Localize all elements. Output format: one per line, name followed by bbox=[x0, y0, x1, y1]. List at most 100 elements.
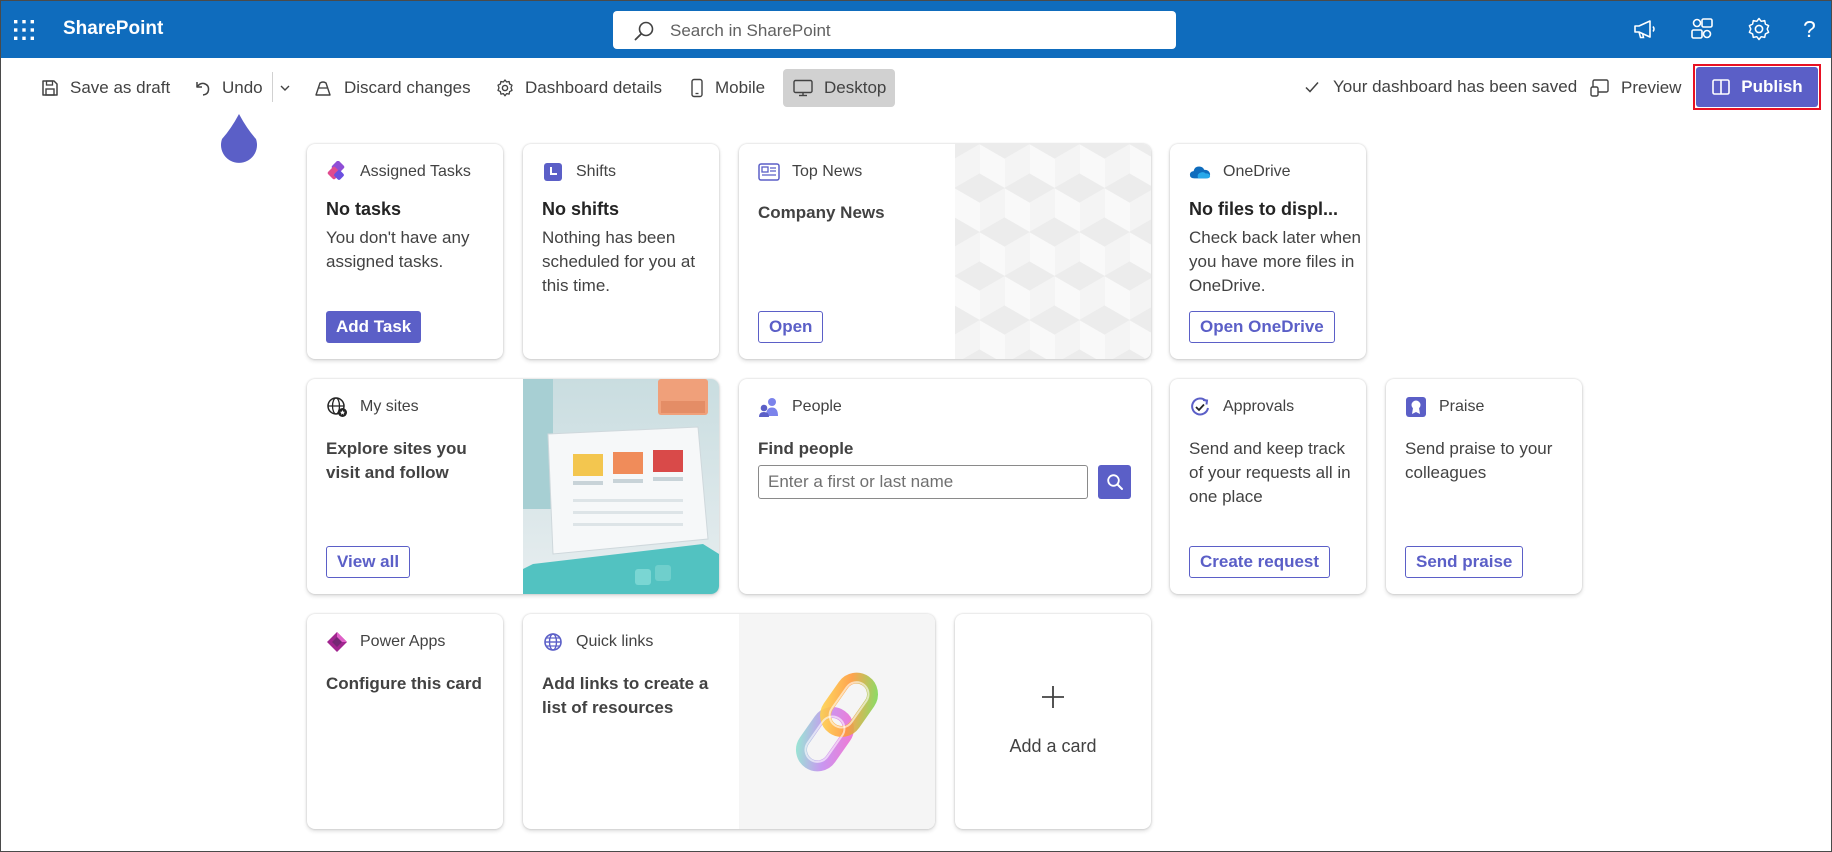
card-header: Quick links bbox=[542, 631, 653, 653]
megaphone-icon[interactable] bbox=[1630, 15, 1658, 43]
power-apps-card[interactable]: Power Apps Configure this card bbox=[307, 614, 503, 829]
card-title: Company News bbox=[758, 203, 885, 222]
share-icon[interactable] bbox=[1688, 15, 1716, 43]
undo-label: Undo bbox=[222, 78, 263, 97]
undo-icon bbox=[196, 82, 210, 96]
card-description: Send and keep track of your requests all… bbox=[1189, 439, 1351, 506]
card-title: Find people bbox=[758, 439, 854, 458]
app-launcher-icon[interactable] bbox=[11, 17, 37, 43]
card-header-label: Quick links bbox=[576, 633, 654, 650]
quick-links-card[interactable]: Quick links Add links to create a list o… bbox=[523, 614, 935, 829]
onedrive-card[interactable]: OneDrive No files to displ... Check back… bbox=[1170, 144, 1366, 359]
checkmark-icon bbox=[1305, 82, 1319, 93]
card-header-label: People bbox=[792, 398, 842, 415]
dashboard-details-label: Dashboard details bbox=[525, 78, 663, 97]
discard-changes-label: Discard changes bbox=[344, 78, 471, 97]
add-task-button[interactable]: Add Task bbox=[326, 311, 422, 343]
discard-changes-button[interactable]: Discard changes bbox=[312, 69, 471, 107]
praise-icon bbox=[1405, 396, 1427, 418]
card-header-label: My sites bbox=[360, 398, 419, 415]
card-description: You don't have any assigned tasks. bbox=[326, 228, 470, 271]
approvals-icon bbox=[1189, 396, 1211, 418]
add-a-card-button[interactable]: Add a card bbox=[955, 614, 1151, 829]
view-all-button[interactable]: View all bbox=[326, 546, 411, 578]
globe-icon bbox=[326, 396, 348, 418]
people-search-button[interactable] bbox=[1098, 465, 1131, 499]
dashboard-details-button[interactable]: Dashboard details bbox=[495, 69, 662, 107]
card-header-label: Assigned Tasks bbox=[360, 163, 471, 180]
card-title: Explore sites you visit and follow bbox=[326, 439, 467, 482]
card-title: No shifts bbox=[542, 199, 620, 219]
add-a-card-label: Add a card bbox=[1009, 736, 1097, 756]
card-description: Check back later when you have more file… bbox=[1189, 228, 1361, 295]
card-header: Assigned Tasks bbox=[326, 161, 471, 183]
card-header: Shifts bbox=[542, 161, 616, 183]
save-as-draft-button[interactable]: Save as draft bbox=[40, 69, 170, 107]
desktop-label: Desktop bbox=[824, 78, 887, 97]
save-status-label: Your dashboard has been saved bbox=[1333, 77, 1578, 96]
discard-icon bbox=[315, 81, 331, 96]
save-as-draft-label: Save as draft bbox=[70, 78, 171, 97]
gear-icon bbox=[497, 79, 513, 97]
search-box[interactable]: Search in SharePoint bbox=[613, 11, 1176, 49]
preview-button[interactable]: Preview bbox=[1589, 69, 1681, 107]
planner-icon bbox=[326, 161, 348, 183]
card-title: No files to displ... bbox=[1189, 199, 1339, 219]
chevron-down-icon bbox=[280, 85, 290, 91]
praise-card[interactable]: Praise Send praise to your colleagues Se… bbox=[1386, 379, 1582, 594]
plus-icon bbox=[955, 684, 1151, 715]
app-name[interactable]: SharePoint bbox=[63, 18, 163, 40]
approvals-card[interactable]: Approvals Send and keep track of your re… bbox=[1170, 379, 1366, 594]
desktop-view-button[interactable]: Desktop bbox=[783, 69, 896, 107]
card-header: Power Apps bbox=[326, 631, 445, 653]
onedrive-icon bbox=[1189, 161, 1211, 183]
card-header-label: Shifts bbox=[576, 163, 617, 180]
chain-link-illustration bbox=[739, 614, 935, 829]
top-news-card[interactable]: Top News Company News Open bbox=[739, 144, 1151, 359]
send-praise-button[interactable]: Send praise bbox=[1405, 546, 1524, 578]
help-icon[interactable]: ? bbox=[1803, 15, 1831, 43]
suite-bar: SharePoint Search in SharePoint ? bbox=[0, 0, 1832, 58]
settings-icon[interactable] bbox=[1745, 15, 1773, 43]
preview-icon bbox=[1590, 79, 1609, 97]
card-header-label: Power Apps bbox=[360, 633, 446, 650]
power-apps-icon bbox=[326, 631, 348, 653]
save-icon bbox=[42, 80, 58, 96]
news-thumbnail bbox=[955, 144, 1151, 359]
card-header: My sites bbox=[326, 396, 419, 418]
create-request-button[interactable]: Create request bbox=[1189, 546, 1331, 578]
book-icon bbox=[1712, 79, 1731, 95]
globe-icon bbox=[542, 631, 564, 653]
desktop-icon bbox=[793, 79, 813, 97]
card-title: No tasks bbox=[326, 199, 402, 219]
shifts-card[interactable]: Shifts No shifts Nothing has been schedu… bbox=[523, 144, 719, 359]
mobile-view-button[interactable]: Mobile bbox=[689, 69, 765, 107]
people-card[interactable]: People Find people Enter a first or last… bbox=[739, 379, 1151, 594]
publish-button[interactable]: Publish bbox=[1696, 67, 1818, 107]
undo-button[interactable]: Undo bbox=[192, 69, 263, 107]
undo-dropdown-button[interactable] bbox=[278, 69, 292, 107]
search-placeholder: Search in SharePoint bbox=[670, 21, 831, 40]
card-header: Approvals bbox=[1189, 396, 1294, 418]
card-description: Nothing has been scheduled for you at th… bbox=[542, 228, 696, 295]
save-status: Your dashboard has been saved bbox=[1303, 77, 1577, 97]
news-icon bbox=[758, 161, 780, 183]
mobile-icon bbox=[691, 78, 703, 98]
shifts-icon bbox=[542, 161, 564, 183]
card-header: Top News bbox=[758, 161, 862, 183]
undo-divider bbox=[272, 72, 273, 102]
card-title: Add links to create a list of resources bbox=[542, 674, 709, 717]
open-news-button[interactable]: Open bbox=[758, 311, 824, 343]
card-header: People bbox=[758, 396, 842, 418]
people-search-input[interactable]: Enter a first or last name bbox=[758, 465, 1088, 499]
card-header-label: OneDrive bbox=[1223, 163, 1291, 180]
sites-illustration bbox=[523, 379, 719, 594]
assigned-tasks-card[interactable]: Assigned Tasks No tasks You don't have a… bbox=[307, 144, 503, 359]
my-sites-card[interactable]: My sites Explore sites you visit and fol… bbox=[307, 379, 719, 594]
publish-label: Publish bbox=[1741, 77, 1803, 96]
people-icon bbox=[758, 396, 780, 418]
search-icon bbox=[1106, 474, 1123, 490]
mobile-label: Mobile bbox=[715, 78, 766, 97]
open-onedrive-button[interactable]: Open OneDrive bbox=[1189, 311, 1335, 343]
card-title: Configure this card bbox=[326, 674, 482, 693]
